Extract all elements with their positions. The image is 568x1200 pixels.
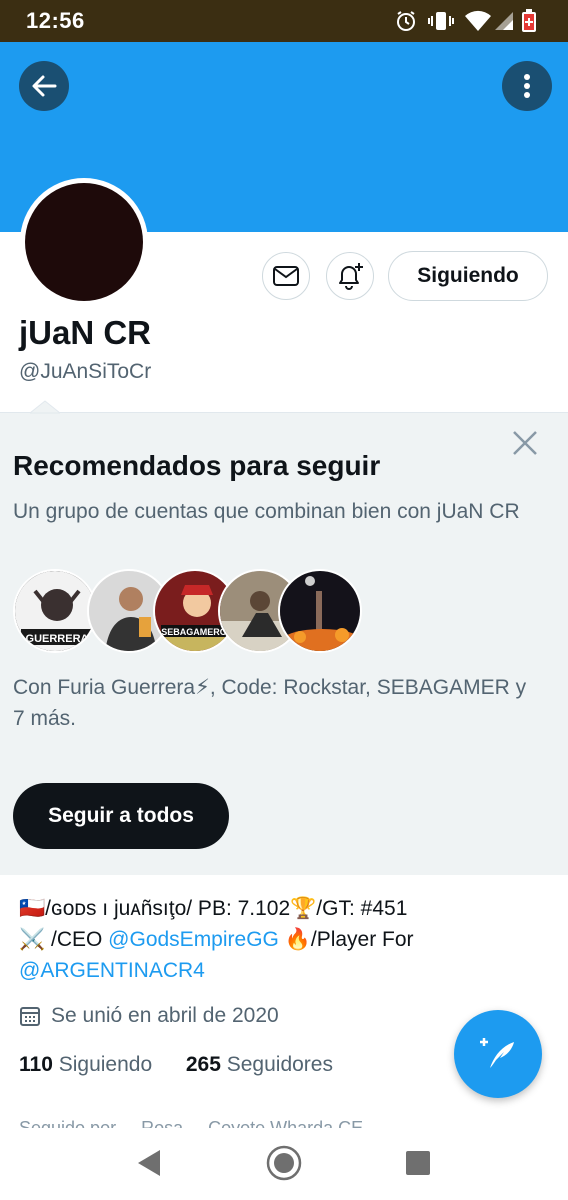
recommendations-subtitle: Un grupo de cuentas que combinan bien co… — [13, 500, 520, 523]
recommendations-with-text: Con Furia Guerrera⚡, Code: Rockstar, SEB… — [13, 676, 527, 730]
alarm-icon — [394, 9, 418, 33]
back-triangle-icon[interactable] — [136, 1148, 162, 1178]
calendar-icon — [20, 1007, 40, 1026]
envelope-icon — [273, 266, 299, 286]
close-recommendations-button[interactable] — [510, 428, 540, 458]
avatar-label: GUERRERA — [26, 633, 89, 645]
status-bar: 12:56 — [0, 0, 568, 42]
joined-text: Se unió en abril de 2020 — [51, 1004, 279, 1027]
battery-icon — [520, 9, 538, 33]
status-time: 12:56 — [26, 8, 85, 33]
follow-all-button[interactable]: Seguir a todos — [13, 783, 229, 849]
avatar[interactable] — [25, 183, 143, 301]
following-count: 110 — [19, 1053, 53, 1076]
bio-line-1: 🇨🇱/ɢᴏᴅs ı juᴀñsıţᴏ/ PB: 7.102🏆/GT: #451 — [19, 897, 408, 920]
more-options-button[interactable] — [502, 61, 552, 111]
wifi-icon — [464, 9, 492, 33]
profile-name: jUaN CR — [19, 314, 152, 351]
mention-argentinacr4[interactable]: @ARGENTINACR4 — [19, 959, 205, 982]
back-button[interactable] — [19, 61, 69, 111]
followers-count: 265 — [185, 1053, 221, 1076]
following-label: Siguiendo — [58, 1053, 153, 1076]
avatar-image — [280, 571, 360, 651]
followers-label: Seguidores — [226, 1053, 333, 1076]
profile-bio: 🇨🇱/ɢᴏᴅs ı juᴀñsıţᴏ/ PB: 7.102🏆/GT: #451 … — [19, 893, 554, 986]
recents-square-icon[interactable] — [405, 1150, 431, 1176]
recommendations-title: Recomendados para seguir — [13, 450, 381, 481]
bio-line-2-suffix: 🔥/Player For — [278, 928, 414, 951]
close-icon — [513, 431, 537, 455]
compose-tweet-button[interactable] — [454, 1010, 542, 1098]
joined-date: Se unió en abril de 2020 — [19, 1004, 279, 1028]
arrow-left-icon — [32, 75, 57, 97]
follow-stats: 110 Siguiendo 265 Seguidores — [19, 1053, 333, 1077]
followers-stat[interactable]: 265 Seguidores — [186, 1053, 333, 1076]
home-circle-icon[interactable] — [265, 1144, 303, 1182]
recommended-avatar-1[interactable]: GUERRERA — [13, 569, 97, 653]
recommended-avatar-5[interactable] — [278, 569, 362, 653]
compose-feather-icon — [480, 1038, 514, 1068]
avatar-image: GUERRERA — [15, 571, 95, 651]
bio-line-2: ⚔️ /CEO @GodsEmpireGG 🔥/Player For — [19, 924, 554, 955]
bio-line-2-prefix: ⚔️ /CEO — [19, 928, 109, 951]
signal-icon — [494, 9, 514, 33]
system-nav-bar — [0, 1128, 568, 1200]
notifications-button[interactable] — [326, 252, 374, 300]
followed-by-text: Seguido por ... Rosa ... Coyote Wharda C… — [19, 1118, 364, 1128]
panel-pointer — [30, 400, 60, 414]
more-vertical-icon — [524, 74, 530, 98]
profile-handle: @JuAnSiToCr — [19, 360, 152, 383]
following-stat[interactable]: 110 Siguiendo — [19, 1053, 152, 1076]
following-button[interactable]: Siguiendo — [388, 251, 548, 301]
mention-godsempiregg[interactable]: @GodsEmpireGG — [108, 928, 279, 951]
message-button[interactable] — [262, 252, 310, 300]
bell-plus-icon — [339, 263, 363, 290]
vibrate-icon — [428, 9, 454, 33]
